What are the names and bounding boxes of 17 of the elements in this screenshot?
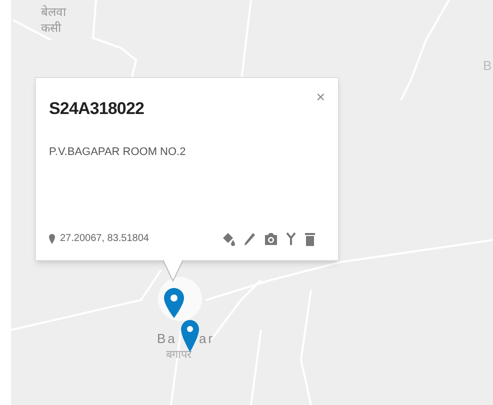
- paint-bucket-icon[interactable]: [221, 232, 236, 246]
- coordinates-text: 27.20067, 83.51804: [60, 232, 149, 246]
- location-pin-icon: [49, 234, 55, 244]
- address-text: P.V.BAGAPAR ROOM NO.2: [49, 144, 187, 160]
- map-place-label: Ba: [157, 332, 177, 345]
- map-place-label: बेलवा: [41, 6, 66, 18]
- map-place-label: बगापर: [166, 349, 192, 360]
- trash-icon[interactable]: [305, 232, 315, 246]
- map-pin-icon[interactable]: [181, 320, 199, 352]
- map-pin-icon[interactable]: [164, 288, 184, 318]
- map-place-label: ar: [199, 332, 215, 345]
- pencil-icon[interactable]: [244, 232, 256, 246]
- popup-title: S24A318022: [49, 98, 144, 120]
- close-button[interactable]: ×: [316, 90, 325, 105]
- fork-icon[interactable]: [286, 232, 297, 246]
- map-place-label: कसी: [41, 22, 61, 34]
- camera-icon[interactable]: [264, 232, 278, 246]
